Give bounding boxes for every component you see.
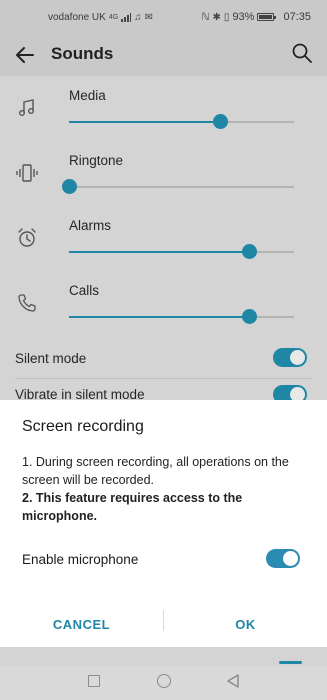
calls-volume-slider[interactable]	[69, 309, 294, 324]
silent-mode-row[interactable]: Silent mode	[0, 339, 327, 379]
recents-icon[interactable]	[88, 675, 100, 687]
alarms-label: Alarms	[69, 218, 112, 233]
slider-fill	[69, 251, 249, 253]
toggle-knob	[283, 551, 298, 566]
calls-label: Calls	[69, 283, 100, 298]
battery-percent: 93%	[232, 11, 255, 23]
music-notification-icon: ♫	[134, 12, 142, 23]
vibrate-silent-toggle[interactable]	[273, 385, 307, 400]
enable-microphone-label: Enable microphone	[22, 552, 139, 567]
mail-icon: ✉	[144, 12, 154, 23]
vibrate-status-icon: ▯	[223, 11, 230, 23]
volume-row-alarms: Alarms	[0, 206, 327, 271]
volume-row-ringtone: Ringtone	[0, 141, 327, 206]
slider-thumb[interactable]	[242, 244, 257, 259]
vibrate-icon	[16, 164, 38, 182]
music-note-icon	[19, 99, 34, 116]
vibrate-silent-row[interactable]: Vibrate in silent mode	[0, 379, 327, 400]
carrier-name: vodafone UK	[48, 12, 106, 23]
volume-row-calls: Calls	[0, 271, 327, 336]
dialog-line-2: 2. This feature requires access to the m…	[22, 491, 243, 523]
alarms-volume-slider[interactable]	[69, 244, 294, 259]
slider-thumb[interactable]	[62, 179, 77, 194]
dialog-body: 1. During screen recording, all operatio…	[22, 453, 307, 525]
silent-mode-label: Silent mode	[15, 351, 87, 366]
settings-list: Media Ringtone Alarms Calls Silent mode …	[0, 76, 327, 400]
screen-recording-dialog: Screen recording 1. During screen record…	[0, 400, 327, 647]
enable-microphone-toggle[interactable]	[266, 549, 300, 568]
slider-thumb[interactable]	[213, 114, 228, 129]
toggle-knob	[290, 387, 305, 400]
nav-back-icon[interactable]	[226, 674, 240, 688]
volume-row-media: Media	[0, 76, 327, 141]
app-bar: Sounds	[0, 36, 327, 76]
back-arrow-icon[interactable]	[14, 44, 36, 66]
vibrate-silent-label: Vibrate in silent mode	[15, 387, 145, 400]
network-type: 4G	[108, 14, 119, 21]
cancel-button[interactable]: CANCEL	[0, 606, 163, 636]
slider-fill	[69, 121, 220, 123]
search-icon[interactable]	[291, 42, 313, 64]
status-right: ℕ ✱ ▯ 93% 07:35	[202, 11, 311, 23]
silent-mode-toggle[interactable]	[273, 348, 307, 367]
toggle-knob	[290, 350, 305, 365]
background-strip	[0, 647, 327, 665]
alarm-clock-icon	[18, 228, 36, 247]
ok-button[interactable]: OK	[164, 606, 327, 636]
battery-icon	[257, 13, 277, 21]
status-bar: vodafone UK 4G ♫ ✉ ℕ ✱ ▯ 93% 07:35	[0, 0, 327, 36]
bluetooth-icon: ✱	[212, 11, 221, 23]
ringtone-volume-slider[interactable]	[62, 179, 294, 194]
status-left: vodafone UK 4G ♫ ✉	[48, 12, 153, 23]
navigation-bar	[0, 665, 327, 700]
page-title: Sounds	[51, 44, 114, 63]
home-icon[interactable]	[157, 674, 171, 688]
dialog-title: Screen recording	[22, 418, 144, 435]
clock: 07:35	[283, 11, 311, 23]
signal-icon	[121, 13, 132, 22]
media-volume-slider[interactable]	[69, 114, 294, 129]
dialog-line-1: 1. During screen recording, all operatio…	[22, 455, 289, 487]
nfc-icon: ℕ	[201, 11, 210, 23]
partial-toggle	[279, 661, 302, 664]
slider-thumb[interactable]	[242, 309, 257, 324]
phone-icon	[18, 294, 36, 312]
media-label: Media	[69, 88, 106, 103]
slider-fill	[69, 316, 249, 318]
ringtone-label: Ringtone	[69, 153, 124, 168]
